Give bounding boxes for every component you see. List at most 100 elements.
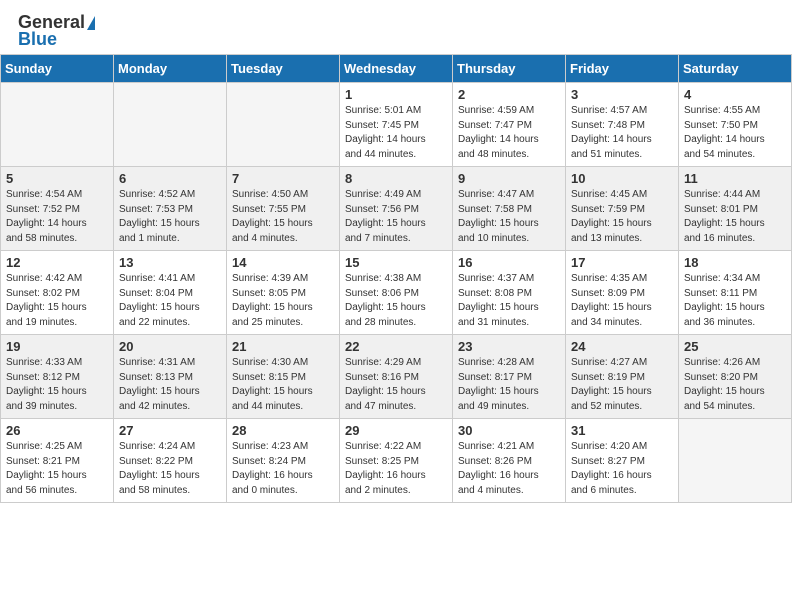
day-info: Sunrise: 4:26 AM Sunset: 8:20 PM Dayligh… [684, 356, 786, 414]
calendar-day-cell: 3 Sunrise: 4:57 AM Sunset: 7:48 PM Daylig… [566, 83, 679, 167]
calendar-day-cell: 6 Sunrise: 4:52 AM Sunset: 7:53 PM Daylig… [114, 167, 227, 251]
calendar-day-cell: 1 Sunrise: 5:01 AM Sunset: 7:45 PM Daylig… [340, 83, 453, 167]
day-info: Sunrise: 4:41 AM Sunset: 8:04 PM Dayligh… [119, 272, 221, 330]
calendar-day-cell: 5 Sunrise: 4:54 AM Sunset: 7:52 PM Daylig… [1, 167, 114, 251]
day-info: Sunrise: 4:47 AM Sunset: 7:58 PM Dayligh… [458, 188, 560, 246]
day-info: Sunrise: 4:22 AM Sunset: 8:25 PM Dayligh… [345, 440, 447, 498]
day-number: 7 [232, 171, 334, 186]
calendar-day-cell: 16 Sunrise: 4:37 AM Sunset: 8:08 PM Dayli… [453, 251, 566, 335]
day-number: 27 [119, 423, 221, 438]
day-number: 2 [458, 87, 560, 102]
day-number: 29 [345, 423, 447, 438]
day-info: Sunrise: 4:59 AM Sunset: 7:47 PM Dayligh… [458, 104, 560, 162]
day-number: 10 [571, 171, 673, 186]
calendar-day-cell [114, 83, 227, 167]
day-info: Sunrise: 4:34 AM Sunset: 8:11 PM Dayligh… [684, 272, 786, 330]
day-number: 16 [458, 255, 560, 270]
calendar-day-cell: 15 Sunrise: 4:38 AM Sunset: 8:06 PM Dayli… [340, 251, 453, 335]
calendar-week-row: 26 Sunrise: 4:25 AM Sunset: 8:21 PM Dayli… [1, 419, 792, 503]
calendar-week-row: 1 Sunrise: 5:01 AM Sunset: 7:45 PM Daylig… [1, 83, 792, 167]
calendar-day-cell: 12Sunrise: 4:42 AM Sunset: 8:02 PM Dayli… [1, 251, 114, 335]
calendar-day-cell: 27 Sunrise: 4:24 AM Sunset: 8:22 PM Dayli… [114, 419, 227, 503]
day-info: Sunrise: 4:55 AM Sunset: 7:50 PM Dayligh… [684, 104, 786, 162]
calendar-day-cell: 29 Sunrise: 4:22 AM Sunset: 8:25 PM Dayli… [340, 419, 453, 503]
logo-triangle-icon [87, 16, 95, 30]
day-number: 8 [345, 171, 447, 186]
day-number: 20 [119, 339, 221, 354]
calendar-day-cell: 4Sunrise: 4:55 AM Sunset: 7:50 PM Daylig… [679, 83, 792, 167]
day-number: 28 [232, 423, 334, 438]
day-info: Sunrise: 4:50 AM Sunset: 7:55 PM Dayligh… [232, 188, 334, 246]
calendar-day-cell: 22Sunrise: 4:29 AM Sunset: 8:16 PM Dayli… [340, 335, 453, 419]
day-info: Sunrise: 4:57 AM Sunset: 7:48 PM Dayligh… [571, 104, 673, 162]
calendar-header-wednesday: Wednesday [340, 55, 453, 83]
day-info: Sunrise: 4:30 AM Sunset: 8:15 PM Dayligh… [232, 356, 334, 414]
day-info: Sunrise: 4:29 AM Sunset: 8:16 PM Dayligh… [345, 356, 447, 414]
day-number: 18 [684, 255, 786, 270]
day-number: 9 [458, 171, 560, 186]
calendar-day-cell: 31Sunrise: 4:20 AM Sunset: 8:27 PM Dayli… [566, 419, 679, 503]
calendar-day-cell [1, 83, 114, 167]
day-info: Sunrise: 4:21 AM Sunset: 8:26 PM Dayligh… [458, 440, 560, 498]
calendar-day-cell: 14 Sunrise: 4:39 AM Sunset: 8:05 PM Dayli… [227, 251, 340, 335]
day-info: Sunrise: 4:39 AM Sunset: 8:05 PM Dayligh… [232, 272, 334, 330]
day-number: 12 [6, 255, 108, 270]
calendar-header-thursday: Thursday [453, 55, 566, 83]
day-number: 30 [458, 423, 560, 438]
logo: General Blue [18, 12, 95, 50]
logo-blue-text: Blue [18, 29, 57, 50]
calendar-day-cell: 26 Sunrise: 4:25 AM Sunset: 8:21 PM Dayli… [1, 419, 114, 503]
day-number: 15 [345, 255, 447, 270]
day-info: Sunrise: 4:24 AM Sunset: 8:22 PM Dayligh… [119, 440, 221, 498]
calendar-day-cell: 25 Sunrise: 4:26 AM Sunset: 8:20 PM Dayli… [679, 335, 792, 419]
day-info: Sunrise: 5:01 AM Sunset: 7:45 PM Dayligh… [345, 104, 447, 162]
day-number: 6 [119, 171, 221, 186]
calendar-day-cell: 7 Sunrise: 4:50 AM Sunset: 7:55 PM Daylig… [227, 167, 340, 251]
calendar-header-friday: Friday [566, 55, 679, 83]
calendar-day-cell: 20 Sunrise: 4:31 AM Sunset: 8:13 PM Dayli… [114, 335, 227, 419]
day-number: 11 [684, 171, 786, 186]
day-info: Sunrise: 4:45 AM Sunset: 7:59 PM Dayligh… [571, 188, 673, 246]
day-info: Sunrise: 4:25 AM Sunset: 8:21 PM Dayligh… [6, 440, 108, 498]
day-number: 21 [232, 339, 334, 354]
calendar-day-cell: 30 Sunrise: 4:21 AM Sunset: 8:26 PM Dayli… [453, 419, 566, 503]
calendar-week-row: 5 Sunrise: 4:54 AM Sunset: 7:52 PM Daylig… [1, 167, 792, 251]
calendar-day-cell [679, 419, 792, 503]
day-info: Sunrise: 4:31 AM Sunset: 8:13 PM Dayligh… [119, 356, 221, 414]
calendar-day-cell [227, 83, 340, 167]
calendar-day-cell: 8Sunrise: 4:49 AM Sunset: 7:56 PM Daylig… [340, 167, 453, 251]
calendar-day-cell: 17Sunrise: 4:35 AM Sunset: 8:09 PM Dayli… [566, 251, 679, 335]
day-number: 25 [684, 339, 786, 354]
calendar-day-cell: 13Sunrise: 4:41 AM Sunset: 8:04 PM Dayli… [114, 251, 227, 335]
calendar-day-cell: 9 Sunrise: 4:47 AM Sunset: 7:58 PM Daylig… [453, 167, 566, 251]
calendar-day-cell: 23 Sunrise: 4:28 AM Sunset: 8:17 PM Dayli… [453, 335, 566, 419]
calendar-header-saturday: Saturday [679, 55, 792, 83]
day-info: Sunrise: 4:54 AM Sunset: 7:52 PM Dayligh… [6, 188, 108, 246]
day-number: 14 [232, 255, 334, 270]
day-info: Sunrise: 4:44 AM Sunset: 8:01 PM Dayligh… [684, 188, 786, 246]
calendar-day-cell: 18 Sunrise: 4:34 AM Sunset: 8:11 PM Dayli… [679, 251, 792, 335]
day-info: Sunrise: 4:28 AM Sunset: 8:17 PM Dayligh… [458, 356, 560, 414]
day-info: Sunrise: 4:37 AM Sunset: 8:08 PM Dayligh… [458, 272, 560, 330]
calendar-header-monday: Monday [114, 55, 227, 83]
calendar-day-cell: 10 Sunrise: 4:45 AM Sunset: 7:59 PM Dayli… [566, 167, 679, 251]
day-info: Sunrise: 4:23 AM Sunset: 8:24 PM Dayligh… [232, 440, 334, 498]
day-number: 5 [6, 171, 108, 186]
day-info: Sunrise: 4:20 AM Sunset: 8:27 PM Dayligh… [571, 440, 673, 498]
calendar-header-tuesday: Tuesday [227, 55, 340, 83]
calendar: SundayMondayTuesdayWednesdayThursdayFrid… [0, 54, 792, 503]
day-number: 3 [571, 87, 673, 102]
day-number: 24 [571, 339, 673, 354]
day-number: 26 [6, 423, 108, 438]
header: General Blue [0, 0, 792, 54]
calendar-week-row: 12Sunrise: 4:42 AM Sunset: 8:02 PM Dayli… [1, 251, 792, 335]
calendar-header-sunday: Sunday [1, 55, 114, 83]
calendar-header-row: SundayMondayTuesdayWednesdayThursdayFrid… [1, 55, 792, 83]
day-info: Sunrise: 4:52 AM Sunset: 7:53 PM Dayligh… [119, 188, 221, 246]
day-info: Sunrise: 4:38 AM Sunset: 8:06 PM Dayligh… [345, 272, 447, 330]
day-number: 1 [345, 87, 447, 102]
day-number: 23 [458, 339, 560, 354]
calendar-day-cell: 19Sunrise: 4:33 AM Sunset: 8:12 PM Dayli… [1, 335, 114, 419]
calendar-day-cell: 21 Sunrise: 4:30 AM Sunset: 8:15 PM Dayli… [227, 335, 340, 419]
day-info: Sunrise: 4:33 AM Sunset: 8:12 PM Dayligh… [6, 356, 108, 414]
